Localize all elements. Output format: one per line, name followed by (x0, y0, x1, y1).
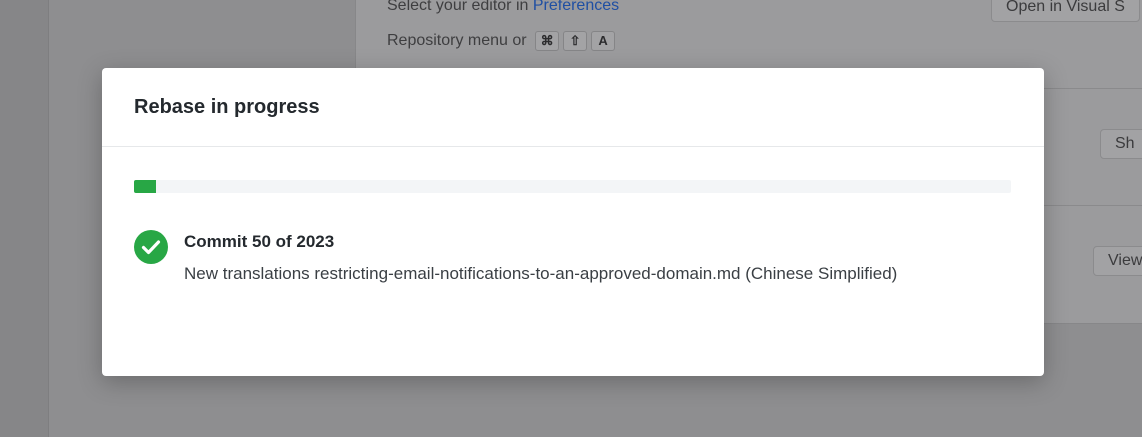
rebase-progress-bar (134, 180, 1011, 193)
view-button[interactable]: View (1093, 246, 1142, 276)
rebase-progress-fill (134, 180, 156, 193)
rebase-progress-dialog: Rebase in progress Commit 50 of 2023 New… (102, 68, 1044, 376)
editor-hint: Select your editor in Preferences (387, 0, 619, 15)
dialog-header: Rebase in progress (102, 68, 1044, 147)
repository-menu-text: Repository menu or (387, 32, 527, 49)
repository-menu-hint: Repository menu or ⌘ ⇧ A (387, 31, 616, 51)
preferences-link[interactable]: Preferences (533, 0, 619, 14)
commit-counter: Commit 50 of 2023 (184, 232, 335, 251)
show-button[interactable]: Sh (1100, 129, 1142, 159)
repository-sidebar (0, 0, 49, 437)
dialog-title: Rebase in progress (134, 96, 320, 118)
commit-summary: New translations restricting-email-notif… (184, 264, 898, 283)
check-circle-icon (134, 230, 168, 264)
shift-key-icon: ⇧ (563, 31, 588, 51)
open-in-editor-button[interactable]: Open in Visual S (991, 0, 1140, 22)
a-key: A (591, 31, 616, 51)
editor-hint-prefix: Select your editor in (387, 0, 529, 14)
command-key-icon: ⌘ (535, 31, 560, 51)
